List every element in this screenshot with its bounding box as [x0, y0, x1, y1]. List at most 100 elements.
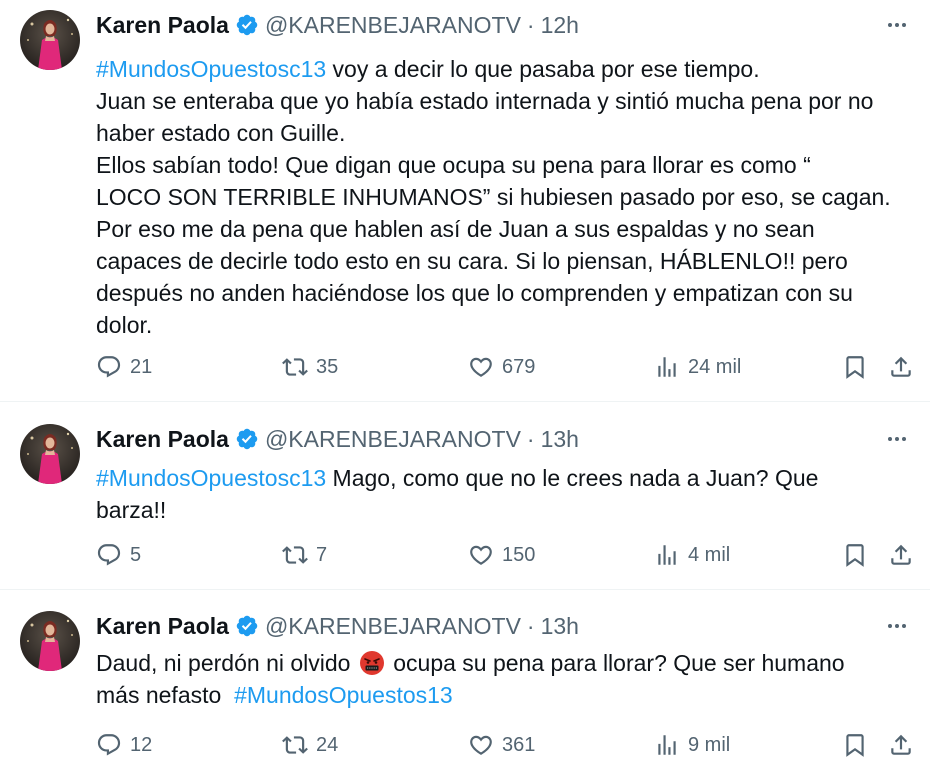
tweet-actions: 5 7 150 4 mil [96, 540, 918, 570]
author-handle[interactable]: @KARENBEJARANOTV [265, 10, 521, 40]
likes-count: 150 [502, 543, 536, 566]
verified-badge-icon [235, 614, 259, 638]
hashtag-link[interactable]: #MundosOpuestos13 [234, 682, 453, 708]
repost-button[interactable]: 24 [282, 730, 338, 760]
views-count: 9 mil [688, 733, 731, 756]
repost-button[interactable]: 35 [282, 352, 338, 382]
tweet-text-line: barza!! [96, 494, 912, 526]
author-handle[interactable]: @KARENBEJARANOTV [265, 424, 521, 454]
bookmark-button[interactable] [842, 540, 868, 570]
text-segment: Por eso me da pena que hablen así de Jua… [96, 216, 815, 242]
bookmark-button[interactable] [842, 730, 868, 760]
text-segment: Ellos sabían todo! Que digan que ocupa s… [96, 152, 811, 178]
reply-button[interactable]: 21 [96, 352, 152, 382]
author-handle[interactable]: @KARENBEJARANOTV [265, 611, 521, 641]
text-segment: capaces de decirle todo esto en su cara.… [96, 248, 848, 274]
like-icon [468, 542, 494, 568]
tweet-text-line: dolor. [96, 309, 912, 341]
hashtag-link[interactable]: #MundosOpuestosc13 [96, 56, 326, 82]
repost-icon [282, 354, 308, 380]
like-button[interactable]: 150 [468, 540, 535, 570]
tweet-text-line: #MundosOpuestosc13 Mago, como que no le … [96, 462, 912, 494]
replies-count: 21 [130, 355, 153, 378]
avatar[interactable] [20, 10, 80, 70]
separator-dot: · [526, 12, 535, 38]
avatar[interactable] [20, 424, 80, 484]
text-segment: más nefasto [96, 682, 235, 708]
text-segment: dolor. [96, 312, 153, 338]
tweet-header: Karen Paola @KARENBEJARANOTV · 13h [96, 424, 912, 454]
reply-icon [96, 732, 122, 758]
reply-icon [96, 542, 122, 568]
tweet-text-line: más nefasto #MundosOpuestos13 [96, 679, 912, 711]
hashtag-link[interactable]: #MundosOpuestosc13 [96, 465, 326, 491]
views-count: 4 mil [688, 543, 731, 566]
views-button[interactable]: 4 mil [654, 540, 730, 570]
tweet-text-line: capaces de decirle todo esto en su cara.… [96, 245, 912, 277]
bookmark-icon [842, 542, 868, 568]
repost-icon [282, 732, 308, 758]
share-button[interactable] [888, 352, 914, 382]
share-button[interactable] [888, 730, 914, 760]
author-name[interactable]: Karen Paola [96, 424, 229, 454]
likes-count: 361 [502, 733, 536, 756]
replies-count: 5 [130, 543, 142, 566]
reply-button[interactable]: 12 [96, 730, 152, 760]
tweet-text-line: haber estado con Guille. [96, 117, 912, 149]
bookmark-button[interactable] [842, 352, 868, 382]
tweet-text: #MundosOpuestosc13 voy a decir lo que pa… [96, 53, 912, 341]
timestamp[interactable]: 12h [541, 10, 579, 40]
tweet-text-line: Daud, ni perdón ni olvido ocupa su pena … [96, 647, 912, 679]
share-icon [888, 354, 914, 380]
tweet-actions: 12 24 361 9 mil [96, 730, 918, 760]
repost-button[interactable]: 7 [282, 540, 327, 570]
text-segment: LOCO SON TERRIBLE INHUMANOS” si hubiesen… [96, 184, 891, 210]
verified-badge-icon [235, 13, 259, 37]
reposts-count: 7 [316, 543, 328, 566]
tweet[interactable]: Karen Paola @KARENBEJARANOTV · 12h #Mund… [0, 0, 930, 402]
more-options-icon[interactable] [882, 611, 912, 641]
text-segment: barza!! [96, 497, 167, 523]
like-button[interactable]: 679 [468, 352, 535, 382]
more-options-icon[interactable] [882, 10, 912, 40]
like-button[interactable]: 361 [468, 730, 535, 760]
timestamp[interactable]: 13h [541, 424, 579, 454]
tweet-actions: 21 35 679 24 mil [96, 352, 918, 382]
tweet-feed: Karen Paola @KARENBEJARANOTV · 12h #Mund… [0, 0, 930, 768]
views-button[interactable]: 24 mil [654, 352, 741, 382]
tweet-text-line: #MundosOpuestosc13 voy a decir lo que pa… [96, 53, 912, 85]
share-icon [888, 542, 914, 568]
share-icon [888, 732, 914, 758]
tweet[interactable]: Karen Paola @KARENBEJARANOTV · 13h Daud,… [0, 590, 930, 768]
share-button[interactable] [888, 540, 914, 570]
tweet-text-line: LOCO SON TERRIBLE INHUMANOS” si hubiesen… [96, 181, 912, 213]
separator-dot: · [526, 613, 535, 639]
text-segment: Mago, como que no le crees nada a Juan? … [326, 465, 819, 491]
author-name[interactable]: Karen Paola [96, 10, 229, 40]
timestamp[interactable]: 13h [541, 611, 579, 641]
tweet-header: Karen Paola @KARENBEJARANOTV · 12h [96, 10, 912, 40]
reply-icon [96, 354, 122, 380]
text-segment: ocupa su pena para llorar? Que ser human… [386, 650, 845, 676]
views-icon [654, 542, 680, 568]
views-count: 24 mil [688, 355, 742, 378]
text-segment: después no anden haciéndose los que lo c… [96, 280, 853, 306]
tweet-text: #MundosOpuestosc13 Mago, como que no le … [96, 462, 912, 526]
verified-badge-icon [235, 427, 259, 451]
likes-count: 679 [502, 355, 536, 378]
tweet[interactable]: Karen Paola @KARENBEJARANOTV · 13h #Mund… [0, 402, 930, 590]
reply-button[interactable]: 5 [96, 540, 141, 570]
tweet-text-line: Por eso me da pena que hablen así de Jua… [96, 213, 912, 245]
views-icon [654, 732, 680, 758]
tweet-text: Daud, ni perdón ni olvido ocupa su pena … [96, 647, 912, 711]
bookmark-icon [842, 732, 868, 758]
reposts-count: 24 [316, 733, 339, 756]
author-name[interactable]: Karen Paola [96, 611, 229, 641]
angry-face-emoji [359, 650, 385, 676]
reposts-count: 35 [316, 355, 339, 378]
views-icon [654, 354, 680, 380]
more-options-icon[interactable] [882, 424, 912, 454]
views-button[interactable]: 9 mil [654, 730, 730, 760]
avatar[interactable] [20, 611, 80, 671]
like-icon [468, 354, 494, 380]
